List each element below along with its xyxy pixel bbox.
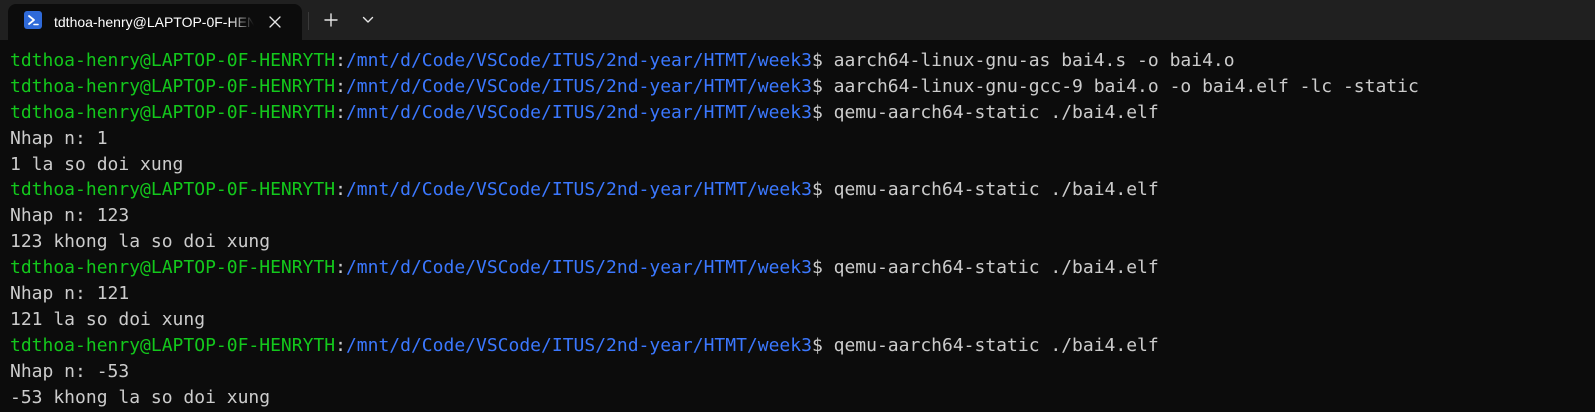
prompt-line: tdthoa-henry@LAPTOP-0F-HENRYTH:/mnt/d/Co… [10, 333, 1590, 359]
output-line: Nhap n: 121 [10, 281, 1590, 307]
prompt-colon: : [335, 50, 346, 71]
output-line: 1 la so doi xung [10, 152, 1590, 178]
prompt-path: /mnt/d/Code/VSCode/ITUS/2nd-year/HTMT/we… [345, 179, 812, 201]
output-text: 123 khong la so doi xung [10, 231, 271, 253]
prompt-path: /mnt/d/Code/VSCode/ITUS/2nd-year/HTMT/we… [345, 257, 812, 279]
terminal-output[interactable]: tdthoa-henry@LAPTOP-0F-HENRYTH:/mnt/d/Co… [10, 48, 1590, 412]
output-text: -53 khong la so doi xung [10, 386, 271, 408]
output-line: Nhap n: 123 [10, 203, 1590, 229]
output-line: Nhap n: 1 [10, 126, 1590, 152]
prompt-line: tdthoa-henry@LAPTOP-0F-HENRYTH:/mnt/d/Co… [10, 100, 1590, 126]
plus-icon [324, 13, 338, 27]
prompt-colon: : [335, 101, 346, 123]
new-tab-button[interactable] [318, 8, 344, 32]
prompt-line: tdthoa-henry@LAPTOP-0F-HENRYTH:/mnt/d/Co… [10, 177, 1590, 203]
powershell-icon [24, 11, 42, 29]
prompt-line: tdthoa-henry@LAPTOP-0F-HENRYTH:/mnt/d/Co… [10, 255, 1590, 281]
command-text: $ qemu-aarch64-static ./bai4.elf [811, 257, 1159, 279]
output-line: Nhap n: -53 [10, 359, 1590, 385]
tab-separator [308, 12, 309, 30]
prompt-user: tdthoa-henry@LAPTOP-0F-HENRYTH [10, 50, 336, 71]
prompt-colon: : [335, 179, 346, 201]
close-icon[interactable] [264, 11, 286, 33]
command-text: $ qemu-aarch64-static ./bai4.elf [811, 179, 1159, 201]
tab-title-fade [230, 12, 254, 32]
prompt-path: /mnt/d/Code/VSCode/ITUS/2nd-year/HTMT/we… [345, 334, 812, 356]
output-text: Nhap n: 123 [10, 205, 130, 227]
output-text: Nhap n: 121 [10, 283, 130, 305]
prompt-line: tdthoa-henry@LAPTOP-0F-HENRYTH:/mnt/d/Co… [10, 48, 1590, 74]
command-text: $ aarch64-linux-gnu-as bai4.s -o bai4.o [811, 50, 1235, 71]
output-text: 1 la so doi xung [10, 153, 184, 175]
prompt-user: tdthoa-henry@LAPTOP-0F-HENRYTH [10, 179, 336, 201]
terminal-window: tdthoa-henry@LAPTOP-0F-HENRYTH tdthoa-he… [0, 0, 1595, 412]
prompt-colon: : [335, 257, 346, 279]
tab-terminal[interactable]: tdthoa-henry@LAPTOP-0F-HENRYTH [8, 4, 302, 40]
prompt-colon: : [335, 334, 346, 356]
command-text: $ qemu-aarch64-static ./bai4.elf [811, 101, 1159, 123]
output-text: Nhap n: 1 [10, 127, 108, 149]
output-line: 123 khong la so doi xung [10, 229, 1590, 255]
prompt-user: tdthoa-henry@LAPTOP-0F-HENRYTH [10, 257, 336, 279]
output-line: 121 la so doi xung [10, 307, 1590, 333]
prompt-user: tdthoa-henry@LAPTOP-0F-HENRYTH [10, 75, 336, 97]
prompt-path: /mnt/d/Code/VSCode/ITUS/2nd-year/HTMT/we… [345, 75, 812, 97]
tab-title: tdthoa-henry@LAPTOP-0F-HENRYTH [54, 12, 254, 32]
prompt-line: tdthoa-henry@LAPTOP-0F-HENRYTH:/mnt/d/Co… [10, 74, 1590, 100]
command-text: $ qemu-aarch64-static ./bai4.elf [811, 334, 1159, 356]
chevron-down-icon [362, 16, 374, 23]
prompt-path: /mnt/d/Code/VSCode/ITUS/2nd-year/HTMT/we… [345, 101, 812, 123]
tab-dropdown-button[interactable] [356, 8, 380, 32]
prompt-path: /mnt/d/Code/VSCode/ITUS/2nd-year/HTMT/we… [345, 50, 812, 71]
scrollbar[interactable] [1589, 40, 1595, 412]
prompt-colon: : [335, 75, 346, 97]
output-text: Nhap n: -53 [10, 360, 130, 382]
command-text: $ aarch64-linux-gnu-gcc-9 bai4.o -o bai4… [811, 75, 1419, 97]
tab-title-text: tdthoa-henry@LAPTOP-0F-HENRYTH [54, 14, 254, 30]
tab-bar: tdthoa-henry@LAPTOP-0F-HENRYTH [0, 0, 1595, 40]
output-text: 121 la so doi xung [10, 308, 206, 330]
prompt-user: tdthoa-henry@LAPTOP-0F-HENRYTH [10, 101, 336, 123]
prompt-user: tdthoa-henry@LAPTOP-0F-HENRYTH [10, 334, 336, 356]
output-line: -53 khong la so doi xung [10, 385, 1590, 411]
